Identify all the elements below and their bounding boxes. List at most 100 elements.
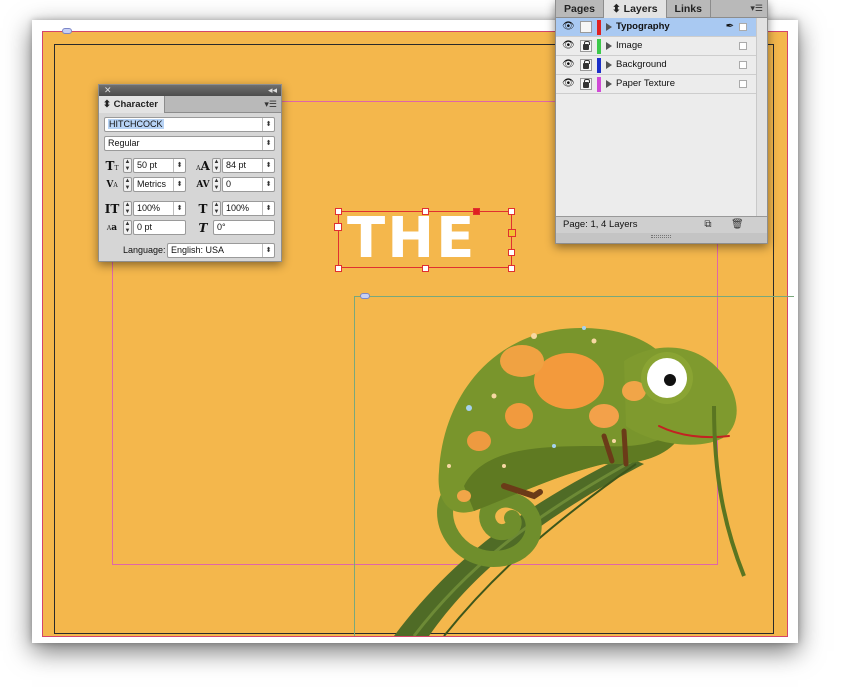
font-size-icon: TT — [105, 159, 119, 173]
eye-icon[interactable]: 👁 — [562, 41, 575, 51]
tab-links[interactable]: Links — [667, 0, 711, 18]
tab-character-label: Character — [113, 99, 158, 110]
text-in-port[interactable] — [334, 223, 342, 231]
tracking-stepper[interactable]: ▲ ▼ — [212, 177, 221, 192]
selection-handle[interactable] — [508, 249, 515, 256]
layer-row-background[interactable]: 👁 Background — [556, 56, 767, 75]
vertical-scale-stepper[interactable]: ▲ ▼ — [123, 201, 132, 216]
skew-field[interactable]: 0° — [213, 220, 275, 235]
chevron-down-icon[interactable]: ⬍ — [262, 178, 274, 191]
tab-character[interactable]: ⬍ Character — [99, 96, 165, 113]
expand-triangle-icon[interactable] — [606, 80, 612, 88]
selection-target-box[interactable] — [739, 80, 747, 88]
text-out-port[interactable] — [508, 229, 516, 237]
panel-titlebar[interactable]: ✕ ◂◂ — [99, 85, 281, 96]
font-size-stepper[interactable]: ▲ ▼ — [123, 158, 132, 173]
eye-icon[interactable]: 👁 — [562, 79, 575, 89]
selection-handle[interactable] — [422, 208, 429, 215]
layers-tab-row: Pages ⬍ Layers Links ▾☰ — [556, 0, 767, 18]
chevron-down-icon[interactable]: ⬍ — [262, 159, 274, 172]
headline-text-frame[interactable]: THE — [338, 208, 512, 270]
panel-menu-icon[interactable]: ▾☰ — [264, 96, 277, 113]
chevron-down-icon[interactable]: ⬍ — [173, 178, 185, 191]
baseline-shift-value: 0 pt — [137, 222, 153, 232]
kerning-icon: VA — [106, 180, 118, 190]
collapse-icon[interactable]: ◂◂ — [268, 84, 277, 96]
layer-row-image[interactable]: 👁 Image — [556, 37, 767, 56]
layers-panel[interactable]: Pages ⬍ Layers Links ▾☰ 👁 Typography ✒ 👁… — [555, 0, 768, 244]
tracking-field[interactable]: 0 ⬍ — [222, 177, 275, 192]
layer-name[interactable]: Paper Texture — [616, 78, 675, 90]
layer-name[interactable]: Typography — [616, 21, 670, 33]
layer-color-swatch — [597, 39, 601, 54]
layer-list[interactable]: 👁 Typography ✒ 👁 Image 👁 Background 👁 Pa… — [556, 18, 767, 216]
layer-row-typography[interactable]: 👁 Typography ✒ — [556, 18, 767, 37]
trash-icon[interactable]: 🗑 — [731, 219, 744, 231]
lock-icon[interactable] — [580, 78, 592, 90]
layers-footer: Page: 1, 4 Layers ⧉ 🗑 — [556, 216, 767, 233]
selection-handle[interactable] — [422, 265, 429, 272]
selection-handle[interactable] — [508, 208, 515, 215]
horizontal-scale-field[interactable]: 100% ⬍ — [222, 201, 275, 216]
horizontal-scale-icon: T — [198, 202, 208, 216]
font-size-field[interactable]: 50 pt ⬍ — [133, 158, 186, 173]
character-tab-row: ⬍ Character ▾☰ — [99, 96, 281, 113]
expand-triangle-icon[interactable] — [606, 61, 612, 69]
chevron-down-icon[interactable]: ⬍ — [173, 202, 185, 215]
kerning-stepper[interactable]: ▲ ▼ — [123, 177, 132, 192]
kerning-value: Metrics — [137, 179, 166, 189]
selection-target-box[interactable] — [739, 61, 747, 69]
chevron-down-icon[interactable]: ⬍ — [262, 202, 274, 215]
language-label: Language: — [123, 245, 166, 255]
tab-layers[interactable]: ⬍ Layers — [603, 0, 667, 18]
selection-target-box[interactable] — [739, 23, 747, 31]
font-size-value: 50 pt — [137, 160, 158, 170]
leading-field[interactable]: 84 pt ⬍ — [222, 158, 275, 173]
lock-icon[interactable] — [580, 40, 592, 52]
layer-name[interactable]: Background — [616, 59, 667, 71]
selection-handle[interactable] — [335, 265, 342, 272]
lock-toggle[interactable] — [580, 21, 592, 33]
tab-layers-label: Layers — [623, 3, 658, 15]
selection-handle[interactable] — [508, 265, 515, 272]
panel-resize-grip[interactable] — [556, 233, 767, 243]
leading-stepper[interactable]: ▲ ▼ — [212, 158, 221, 173]
expand-triangle-icon[interactable] — [606, 42, 612, 50]
layer-color-swatch — [597, 20, 601, 35]
lock-icon[interactable] — [580, 59, 592, 71]
vertical-scale-icon: IT — [104, 202, 120, 216]
baseline-shift-field[interactable]: 0 pt — [133, 220, 186, 235]
tab-pages[interactable]: Pages — [556, 0, 604, 18]
chevron-down-icon[interactable]: ⬍ — [262, 118, 274, 131]
new-layer-icon[interactable]: ⧉ — [702, 219, 714, 231]
chevron-down-icon[interactable]: ⬍ — [262, 137, 274, 150]
eye-icon[interactable]: 👁 — [562, 22, 575, 32]
close-icon[interactable]: ✕ — [104, 84, 112, 96]
horizontal-scale-stepper[interactable]: ▲ ▼ — [212, 201, 221, 216]
panel-menu-icon[interactable]: ▾☰ — [750, 0, 763, 17]
horizontal-scale-value: 100% — [226, 203, 250, 213]
chevron-down-icon[interactable]: ⬍ — [173, 159, 185, 172]
font-style-field[interactable]: Regular ⬍ — [104, 136, 275, 151]
headline-text[interactable]: THE — [347, 208, 476, 270]
language-select[interactable]: English: USA ⬍ — [167, 243, 275, 258]
kerning-field[interactable]: Metrics ⬍ — [133, 177, 186, 192]
layer-list-scrollbar[interactable] — [756, 18, 767, 216]
vertical-scale-field[interactable]: 100% ⬍ — [133, 201, 186, 216]
skew-value: 0° — [217, 222, 226, 232]
frame-link-icon[interactable] — [62, 28, 72, 34]
vertical-scale-value: 100% — [137, 203, 161, 213]
baseline-shift-icon: Aa — [106, 223, 118, 233]
chameleon-illustration[interactable] — [354, 296, 786, 636]
eye-icon[interactable]: 👁 — [562, 60, 575, 70]
layer-name[interactable]: Image — [616, 40, 642, 52]
character-panel[interactable]: ✕ ◂◂ ⬍ Character ▾☰ HITCHCOCK ⬍ Regular … — [98, 84, 282, 262]
baseline-shift-stepper[interactable]: ▲ ▼ — [123, 220, 132, 235]
layer-row-paper-texture[interactable]: 👁 Paper Texture — [556, 75, 767, 94]
chevron-down-icon[interactable]: ⬍ — [262, 244, 274, 257]
selection-target-box[interactable] — [739, 42, 747, 50]
font-family-field[interactable]: HITCHCOCK ⬍ — [104, 117, 275, 132]
selection-handle[interactable] — [473, 208, 480, 215]
expand-triangle-icon[interactable] — [606, 23, 612, 31]
selection-handle[interactable] — [335, 208, 342, 215]
